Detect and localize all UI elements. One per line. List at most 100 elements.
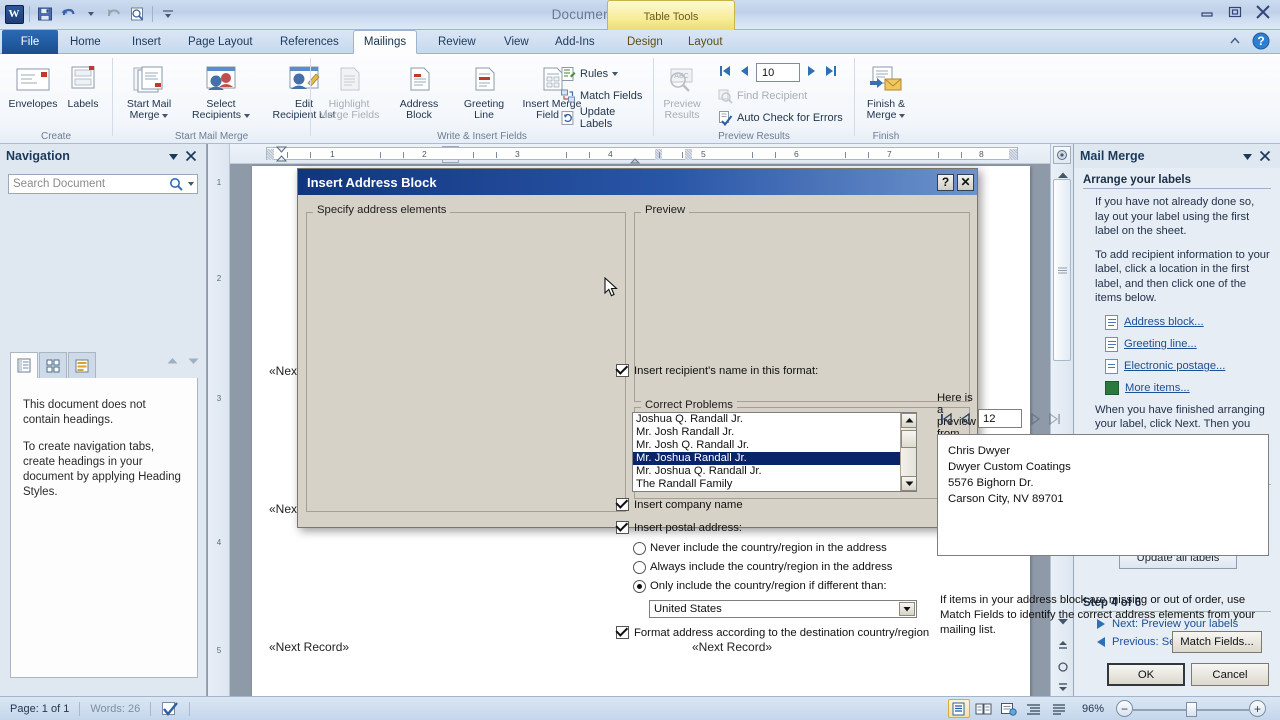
format-address-checkbox[interactable] (616, 626, 629, 639)
draft-icon[interactable] (1048, 699, 1070, 718)
select-browse-object-icon[interactable] (1053, 146, 1071, 164)
mail-merge-pane-menu-icon[interactable] (1238, 147, 1256, 165)
address-block-button[interactable]: Address Block (387, 61, 451, 122)
collapse-ribbon-icon[interactable] (1228, 34, 1242, 51)
labels-button[interactable]: Labels (52, 61, 114, 110)
preview-previous-record-icon[interactable] (956, 409, 974, 428)
search-input[interactable] (9, 178, 167, 190)
preview-first-record-icon[interactable] (937, 409, 955, 428)
chevron-down-icon[interactable] (612, 71, 619, 76)
tab-references[interactable]: References (270, 30, 349, 54)
select-browse-object-bottom-icon[interactable] (1052, 658, 1073, 676)
cancel-button[interactable]: Cancel (1191, 663, 1269, 686)
help-icon[interactable]: ? (1252, 32, 1270, 53)
tab-insert[interactable]: Insert (122, 30, 171, 54)
list-scrollbar[interactable] (900, 413, 916, 491)
finish-and-merge-button[interactable]: Finish & Merge (855, 61, 917, 122)
mail-merge-link-address-block[interactable]: Address block... (1105, 314, 1271, 330)
start-mail-merge-button[interactable]: Start Mail Merge (117, 61, 181, 122)
navigation-tab-headings[interactable] (10, 352, 38, 378)
scrollbar-thumb[interactable] (1053, 179, 1071, 361)
tab-add-ins[interactable]: Add-Ins (545, 30, 605, 54)
match-fields-button[interactable]: Match Fields (557, 85, 645, 106)
mail-merge-link-greeting-line[interactable]: Greeting line... (1105, 336, 1271, 352)
preview-record-number-field[interactable]: 12 (978, 409, 1022, 428)
auto-check-errors-button[interactable]: Auto Check for Errors (714, 107, 846, 128)
tab-mailings[interactable]: Mailings (353, 30, 417, 54)
print-layout-icon[interactable] (947, 699, 970, 718)
mail-merge-link-electronic-postage[interactable]: Electronic postage... (1105, 358, 1271, 374)
tab-file[interactable]: File (2, 30, 58, 54)
first-line-indent-marker[interactable] (275, 146, 288, 166)
list-item[interactable]: Mr. Josh Q. Randall Jr. (633, 439, 916, 452)
restore-icon[interactable] (1222, 2, 1248, 22)
chevron-down-icon[interactable] (899, 114, 906, 118)
list-item-selected[interactable]: Mr. Joshua Randall Jr. (633, 452, 916, 465)
list-scrollbar-thumb[interactable] (901, 430, 916, 448)
tab-home[interactable]: Home (60, 30, 111, 54)
tab-review[interactable]: Review (428, 30, 486, 54)
country-region-select[interactable]: United States (649, 600, 917, 618)
ruler-bar[interactable]: 1 2 3 4 5 6 7 8 (266, 146, 1018, 164)
record-number-field[interactable]: 10 (756, 63, 800, 82)
tab-design[interactable]: Design (617, 30, 673, 54)
greeting-line-button[interactable]: Greeting Line (453, 61, 515, 122)
full-screen-reading-icon[interactable] (973, 699, 995, 718)
navigation-tab-pages[interactable] (39, 352, 67, 378)
chevron-down-icon[interactable] (899, 602, 915, 616)
navigation-pane-menu-icon[interactable] (164, 147, 182, 165)
tab-view[interactable]: View (494, 30, 539, 54)
insert-company-name-checkbox[interactable] (616, 498, 629, 511)
insert-recipient-name-checkbox[interactable] (616, 364, 629, 377)
radio-never-include-country[interactable] (633, 542, 646, 555)
select-recipients-button[interactable]: Select Recipients (183, 61, 259, 122)
find-recipient-button[interactable]: Find Recipient (714, 85, 810, 106)
navigation-tab-results[interactable] (68, 352, 96, 378)
previous-record-icon[interactable] (738, 64, 750, 81)
zoom-level-label[interactable]: 96% (1078, 697, 1116, 720)
list-scroll-up-icon[interactable] (901, 413, 916, 428)
mail-merge-pane-close-icon[interactable] (1256, 147, 1274, 165)
close-icon[interactable] (1250, 2, 1276, 22)
web-layout-icon[interactable] (998, 699, 1020, 718)
mail-merge-link-more-items[interactable]: More items... (1105, 380, 1271, 395)
radio-only-include-country-if-different[interactable] (633, 580, 646, 593)
tab-page-layout[interactable]: Page Layout (178, 30, 263, 54)
preview-last-record-icon[interactable] (1046, 409, 1064, 428)
first-record-icon[interactable] (718, 64, 732, 81)
status-word-count[interactable]: Words: 26 (80, 697, 150, 720)
zoom-in-button[interactable]: + (1249, 700, 1266, 717)
status-page-indicator[interactable]: Page: 1 of 1 (0, 697, 79, 720)
dialog-help-icon[interactable]: ? (937, 173, 954, 191)
navigation-search-box[interactable] (8, 174, 198, 194)
search-options-chevron-down-icon[interactable] (185, 182, 197, 186)
preview-next-record-icon[interactable] (1027, 409, 1045, 428)
ok-button[interactable]: OK (1107, 663, 1185, 686)
radio-always-include-country[interactable] (633, 561, 646, 574)
list-item[interactable]: Joshua Q. Randall Jr. (633, 413, 916, 426)
dialog-close-icon[interactable]: ✕ (957, 173, 974, 191)
next-record-icon[interactable] (806, 64, 818, 81)
next-page-icon[interactable] (1052, 678, 1073, 696)
list-item[interactable]: Mr. Joshua Q. Randall Jr. (633, 465, 916, 478)
zoom-out-button[interactable]: − (1116, 700, 1133, 717)
preview-results-button[interactable]: ABC Preview Results (654, 61, 710, 122)
minimize-icon[interactable] (1194, 2, 1220, 22)
list-scroll-down-icon[interactable] (901, 476, 916, 491)
chevron-down-icon[interactable] (243, 114, 250, 118)
search-icon[interactable] (167, 177, 185, 191)
match-fields-button[interactable]: Match Fields... (1172, 631, 1262, 653)
rules-button[interactable]: Rules (557, 63, 621, 84)
list-item[interactable]: The Randall Family (633, 478, 916, 491)
name-format-list[interactable]: Joshua Q. Randall Jr. Mr. Josh Randall J… (632, 412, 917, 492)
list-item[interactable]: Mr. Josh Randall Jr. (633, 426, 916, 439)
update-labels-button[interactable]: Update Labels (557, 106, 653, 130)
chevron-down-icon[interactable] (162, 114, 169, 118)
insert-postal-address-checkbox[interactable] (616, 521, 629, 534)
dialog-title-bar[interactable]: Insert Address Block ? ✕ (298, 169, 977, 195)
zoom-slider[interactable] (1133, 700, 1249, 718)
tab-layout[interactable]: Layout (678, 30, 733, 54)
navigation-pane-close-icon[interactable] (182, 147, 200, 165)
outline-icon[interactable] (1023, 699, 1045, 718)
highlight-merge-fields-button[interactable]: Highlight Merge Fields (313, 61, 385, 122)
